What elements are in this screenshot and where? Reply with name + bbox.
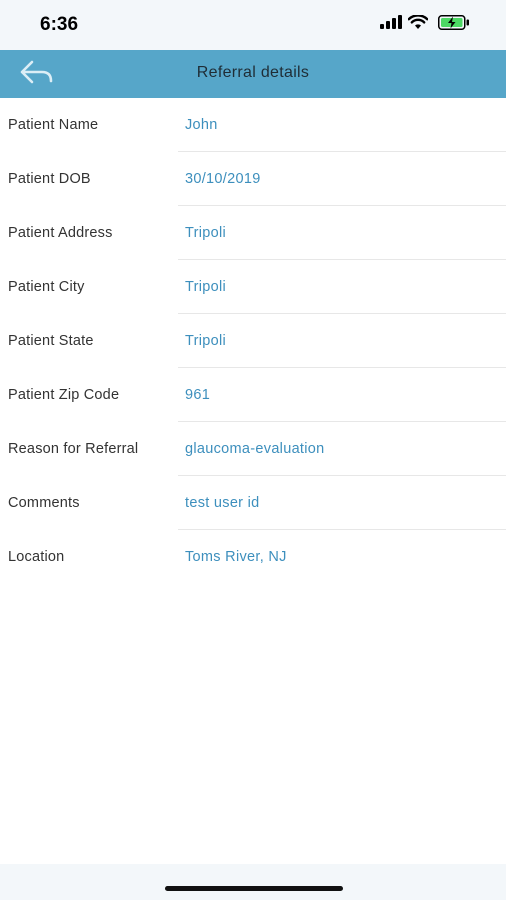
page-title: Referral details (196, 64, 310, 81)
detail-value: Toms River, NJ (185, 549, 287, 565)
detail-row-patient-zip-code: Patient Zip Code 961 (0, 368, 506, 422)
detail-row-comments: Comments test user id (0, 476, 506, 530)
detail-row-patient-state: Patient State Tripoli (0, 314, 506, 368)
detail-value: Tripoli (185, 225, 227, 241)
detail-value: glaucoma-evaluation (185, 441, 325, 457)
detail-value: 30/10/2019 (185, 171, 261, 187)
detail-value: test user id (185, 495, 260, 511)
detail-label: Comments (8, 495, 80, 511)
wifi-icon (408, 15, 428, 29)
status-bar: 6:36 (0, 0, 506, 50)
detail-label: Patient DOB (8, 171, 91, 187)
battery-charging-icon (438, 15, 469, 30)
detail-row-patient-name: Patient Name John (0, 98, 506, 152)
detail-label: Location (8, 549, 65, 565)
home-indicator[interactable] (165, 886, 343, 891)
detail-value: 961 (185, 387, 211, 403)
detail-label: Reason for Referral (8, 441, 139, 457)
status-time: 6:36 (40, 14, 79, 35)
detail-row-location: Location Toms River, NJ (0, 530, 506, 584)
detail-label: Patient Address (8, 225, 113, 241)
detail-row-patient-address: Patient Address Tripoli (0, 206, 506, 260)
referral-detail-list: Patient Name John Patient DOB 30/10/2019… (0, 98, 506, 584)
detail-row-patient-city: Patient City Tripoli (0, 260, 506, 314)
cellular-signal-icon (380, 15, 402, 29)
detail-label: Patient Name (8, 117, 99, 133)
detail-label: Patient City (8, 279, 85, 295)
detail-value: Tripoli (185, 279, 227, 295)
detail-value: John (185, 117, 218, 133)
detail-label: Patient Zip Code (8, 387, 120, 403)
detail-row-patient-dob: Patient DOB 30/10/2019 (0, 152, 506, 206)
detail-row-reason-for-referral: Reason for Referral glaucoma-evaluation (0, 422, 506, 476)
detail-value: Tripoli (185, 333, 227, 349)
home-indicator-area (0, 864, 506, 900)
navigation-bar: Referral details (0, 50, 506, 98)
detail-label: Patient State (8, 333, 94, 349)
